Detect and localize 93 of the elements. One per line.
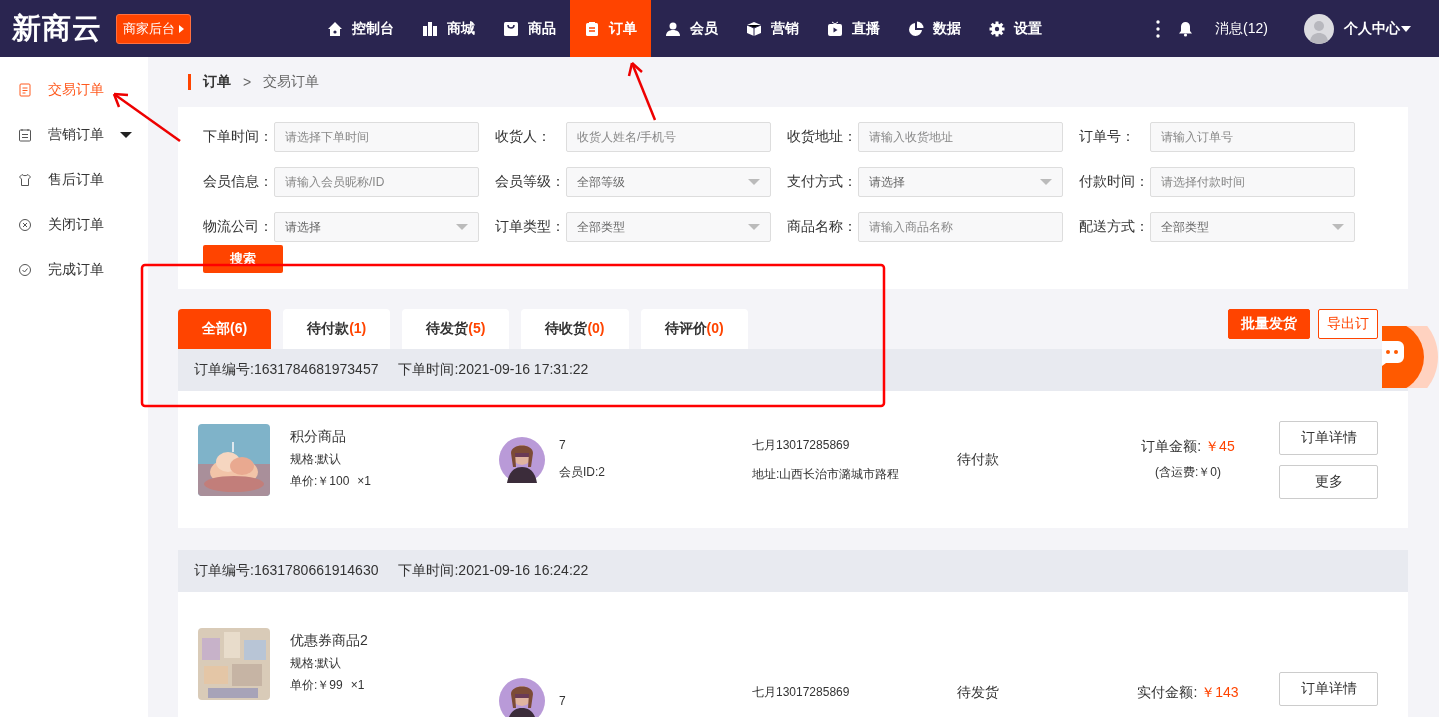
status-tab[interactable]: 待收货(0) <box>521 309 629 349</box>
document-icon <box>18 82 32 97</box>
bell-icon[interactable] <box>1178 20 1194 37</box>
nav-tab[interactable]: 直播 <box>813 0 894 57</box>
filter-label: 物流公司： <box>203 218 274 236</box>
status-tab[interactable]: 待评价(0) <box>640 309 748 349</box>
select-field[interactable]: 全部等级 <box>566 167 771 197</box>
filter-label: 配送方式： <box>1079 218 1150 236</box>
member-id: 会员ID:2 <box>559 464 605 481</box>
unit-price: 单价:￥99 <box>290 678 343 692</box>
user-menu[interactable]: 个人中心 <box>1344 19 1411 38</box>
cube-icon <box>746 20 762 37</box>
breadcrumb-item[interactable]: 订单 <box>203 73 231 91</box>
shipping-fee: (含运费:￥0) <box>1155 464 1221 481</box>
filter-label: 下单时间： <box>203 128 274 146</box>
settings-icon <box>989 20 1005 37</box>
order-details-button[interactable]: 订单详情 <box>1279 420 1378 455</box>
order-details-button[interactable]: 订单详情 <box>1279 672 1378 706</box>
avatar-icon[interactable] <box>1304 13 1334 44</box>
nav-tab[interactable]: 商城 <box>408 0 489 57</box>
breadcrumb-item[interactable]: 交易订单 <box>263 73 320 91</box>
order-amount: 订单金额: ￥45 <box>1141 438 1235 456</box>
annotation-arrow <box>627 61 657 121</box>
select-field[interactable]: 请选择 <box>274 212 479 242</box>
pie-chart-icon <box>908 20 924 37</box>
building-icon <box>422 20 438 37</box>
product-spec: 规格:默认 <box>290 450 343 468</box>
member-name: 7 <box>559 438 567 452</box>
input-field[interactable]: 请输入收货地址 <box>858 122 1063 152</box>
input-field[interactable]: 收货人姓名/手机号 <box>566 122 771 152</box>
messages-link[interactable]: 消息(12) <box>1215 19 1268 38</box>
receiver-contact: 七月13017285869 <box>752 436 851 454</box>
home-icon <box>327 20 343 37</box>
order-number: 订单编号:1631780661914630 <box>194 562 379 580</box>
status-tab[interactable]: 待发货(5) <box>402 309 510 349</box>
nav-tab[interactable]: 会员 <box>651 0 732 57</box>
nav-tab[interactable]: 商品 <box>489 0 570 57</box>
filter-label: 订单类型： <box>495 218 566 236</box>
receiver-address: 地址:山西长治市潞城市路程 <box>752 465 901 483</box>
sidebar-item[interactable]: 售后订单 <box>0 157 148 202</box>
product-name: 积分商品 <box>290 427 347 446</box>
input-field[interactable]: 请输入订单号 <box>1150 122 1355 152</box>
input-field[interactable]: 请输入会员昵称/ID <box>274 167 479 197</box>
status-tab[interactable]: 待付款(1) <box>283 309 391 349</box>
input-field[interactable]: 请选择下单时间 <box>274 122 479 152</box>
quantity: ×1 <box>350 678 365 692</box>
input-field[interactable]: 请输入商品名称 <box>858 212 1063 242</box>
order-status: 待发货 <box>957 684 1000 702</box>
order-time: 下单时间:2021-09-16 16:24:22 <box>398 562 589 580</box>
nav-tab[interactable]: 控制台 <box>313 0 408 57</box>
member-name: 7 <box>559 694 566 708</box>
input-field[interactable]: 请选择付款时间 <box>1150 167 1355 197</box>
product-name: 优惠券商品2 <box>290 632 368 650</box>
close-circle-icon <box>18 217 32 232</box>
logo[interactable]: 新商云 <box>12 8 102 49</box>
filter-label: 收货人： <box>495 128 552 146</box>
product-spec: 规格:默认 <box>290 655 343 672</box>
filter-label: 收货地址： <box>787 128 858 146</box>
shirt-icon <box>18 172 32 187</box>
quantity: ×1 <box>357 473 372 488</box>
unit-price: 单价:￥100 <box>290 473 350 488</box>
select-field[interactable]: 全部类型 <box>566 212 771 242</box>
breadcrumb-separator: > <box>243 74 252 90</box>
order-status: 待付款 <box>957 450 1000 469</box>
order-time: 下单时间:2021-09-16 17:31:22 <box>398 361 589 379</box>
sidebar-item[interactable]: 关闭订单 <box>0 202 148 247</box>
order-number: 订单编号:1631784681973457 <box>194 361 379 379</box>
nav-tab[interactable]: 设置 <box>975 0 1056 57</box>
select-field[interactable]: 全部类型 <box>1150 212 1355 242</box>
filter-label: 会员等级： <box>495 173 566 191</box>
bag-icon <box>503 20 519 37</box>
clipboard-icon <box>584 20 600 37</box>
filter-label: 会员信息： <box>203 173 274 191</box>
tv-icon <box>827 20 843 37</box>
filter-label: 付款时间： <box>1079 173 1150 191</box>
annotation-arrow <box>112 92 181 142</box>
nav-tab[interactable]: 营销 <box>732 0 813 57</box>
check-circle-icon <box>18 262 32 277</box>
more-button[interactable]: 更多 <box>1279 464 1378 499</box>
nav-tab[interactable]: 数据 <box>894 0 975 57</box>
receiver-contact: 七月13017285869 <box>752 684 851 701</box>
filter-label: 订单号： <box>1079 128 1136 146</box>
select-field[interactable]: 请选择 <box>858 167 1063 197</box>
more-icon[interactable] <box>1156 19 1161 38</box>
sidebar-item[interactable]: 完成订单 <box>0 247 148 292</box>
order-amount: 实付金额: ￥143 <box>1137 684 1239 702</box>
export-button[interactable]: 导出订 <box>1318 309 1378 339</box>
chat-icon[interactable] <box>1382 326 1439 388</box>
filter-label: 支付方式： <box>787 173 858 191</box>
filter-label: 商品名称： <box>787 218 858 236</box>
calendar-icon <box>18 127 32 142</box>
sidebar-item[interactable]: 营销订单 <box>0 112 148 157</box>
user-icon <box>665 20 681 37</box>
